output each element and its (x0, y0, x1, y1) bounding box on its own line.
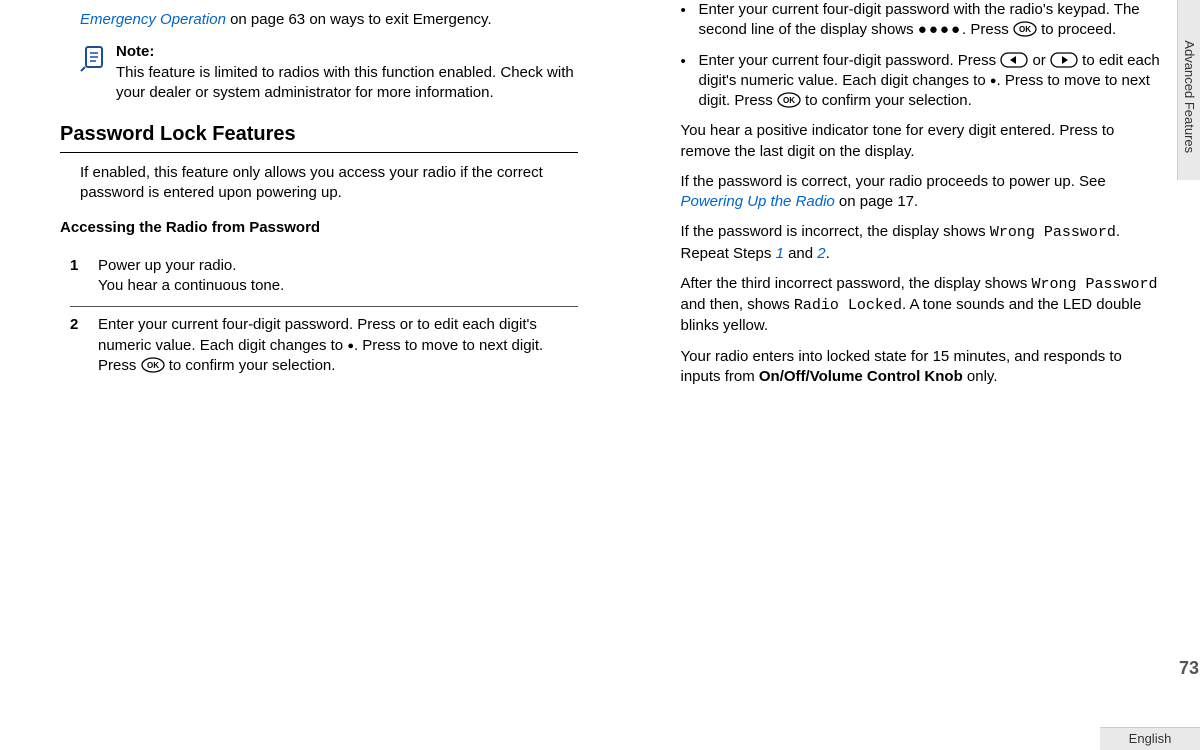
ok-button-icon: OK (1013, 21, 1037, 37)
bullet-arrow-entry: • Enter your current four-digit password… (681, 51, 1161, 112)
note-body-text: This feature is limited to radios with t… (116, 63, 578, 104)
bullet-dot-icon: • (681, 51, 699, 112)
language-tab: English (1100, 727, 1200, 750)
locked-state-text: Your radio enters into locked state for … (681, 347, 1161, 388)
svg-text:OK: OK (783, 96, 795, 105)
step2-text: Enter your current four-digit password. … (98, 315, 578, 376)
left-nav-icon (1000, 52, 1028, 68)
note-icon (80, 42, 116, 103)
step-number: 1 (70, 256, 98, 297)
indicator-tone-text: You hear a positive indicator tone for e… (681, 121, 1161, 162)
heading-accessing-radio: Accessing the Radio from Password (60, 218, 578, 238)
svg-text:OK: OK (1019, 25, 1031, 34)
section-tab-label: Advanced Features (1180, 40, 1198, 153)
password-incorrect-text: If the password is incorrect, the displa… (681, 222, 1161, 264)
bullet-keypad-entry: • Enter your current four-digit password… (681, 0, 1161, 41)
step1-line1: Power up your radio. (98, 256, 578, 276)
heading-password-lock: Password Lock Features (60, 121, 578, 153)
right-nav-icon (1050, 52, 1078, 68)
link-powering-up[interactable]: Powering Up the Radio (681, 193, 835, 210)
masked-digit-icon: ● (990, 75, 997, 87)
link-emergency-operation[interactable]: Emergency Operation (80, 11, 226, 28)
svg-text:OK: OK (147, 361, 159, 370)
masked-digit-icon: ● (347, 340, 354, 352)
step-1: 1 Power up your radio. You hear a contin… (70, 248, 578, 297)
display-radio-locked: Radio Locked (794, 297, 902, 314)
fragment-prev: Emergency Operation on page 63 on ways t… (80, 10, 578, 30)
display-wrong-password: Wrong Password (990, 224, 1116, 241)
password-correct-text: If the password is correct, your radio p… (681, 172, 1161, 213)
password-lock-intro: If enabled, this feature only allows you… (80, 163, 578, 204)
step1-line2: You hear a continuous tone. (98, 276, 578, 296)
section-tab: Advanced Features (1177, 0, 1200, 180)
fragment-text: on page 63 on ways to exit Emergency. (226, 11, 492, 28)
step-ref-1[interactable]: 1 (776, 245, 784, 262)
step-ref-2[interactable]: 2 (817, 245, 825, 262)
ok-button-icon: OK (777, 92, 801, 108)
display-wrong-password: Wrong Password (1032, 276, 1158, 293)
masked-password-icon: ●●●● (918, 21, 962, 38)
note-title: Note: (116, 42, 578, 62)
ok-button-icon: OK (141, 357, 165, 373)
knob-name: On/Off/Volume Control Knob (759, 368, 963, 385)
page-number: 73 (1178, 656, 1200, 680)
bullet-dot-icon: • (681, 0, 699, 41)
note-block: Note: This feature is limited to radios … (80, 42, 578, 103)
radio-locked-text: After the third incorrect password, the … (681, 274, 1161, 337)
